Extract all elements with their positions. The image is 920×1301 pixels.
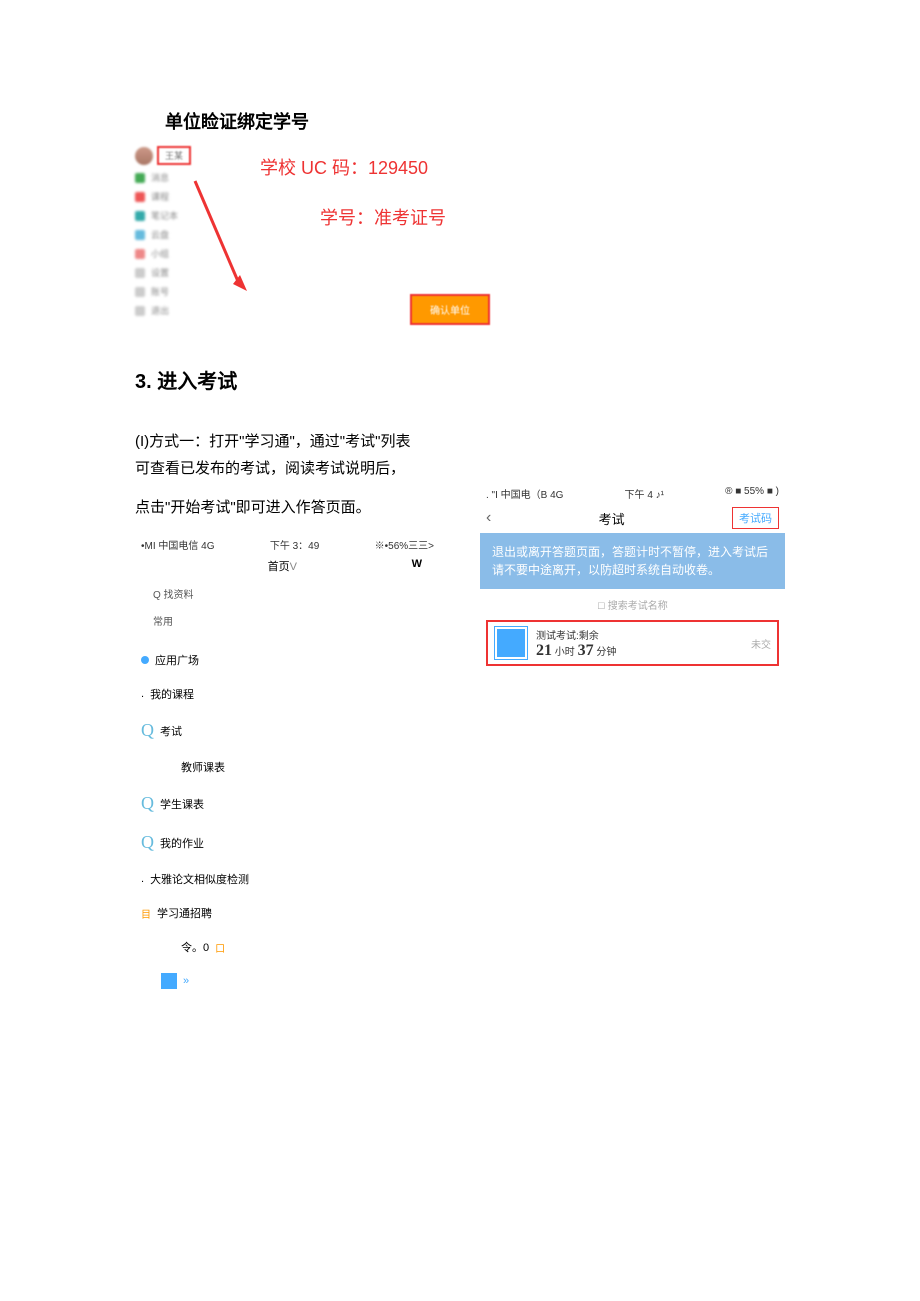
exam-status: 未交 [751,636,771,651]
time-label: 下午 3：49 [270,537,319,552]
avatar [135,147,153,165]
nav-home[interactable]: 首页 [268,561,290,573]
phone-a-mock: •MI 中国电信 4G 下午 3：49 ※•56%三三> 首页V W Q 找资料… [135,537,440,989]
exam-page-title: 考试 [599,509,625,528]
exam-code-button[interactable]: 考试码 [732,507,779,529]
my-course-item[interactable]: 我的课程 [150,686,194,702]
student-id-annotation: 学号：准考证号 [320,204,785,230]
exam-notice: 退出或离开答题页面，答题计时不暂停，进入考试后请不要中途离开，以防超时系统自动收… [480,533,785,589]
section3-heading: 3. 进入考试 [135,365,785,394]
q-icon: Q [141,793,154,814]
exam-icon-border [494,626,528,660]
thesis-item[interactable]: 大雅论文相似度检测 [150,871,249,887]
homework-item[interactable]: 我的作业 [160,835,204,851]
exam-entry[interactable]: 测试考试:剩余 21 小时 37 分钟 未交 [486,620,779,666]
search-exam[interactable]: ☐ 搜索考试名称 [480,589,785,620]
battery-label: ® ■ 55% ■ ) [725,486,779,501]
name-box: 王某 [157,146,191,165]
q-icon: Q [141,720,154,741]
battery-label: ※•56%三三> [375,537,434,552]
exam-item[interactable]: 考试 [160,723,182,739]
recruit-item[interactable]: 学习通招聘 [157,905,212,921]
q-icon: Q [141,832,154,853]
app-square-item[interactable]: 应用广场 [155,652,199,668]
teacher-table-item[interactable]: 教师课表 [181,759,225,775]
method1-text-c: 点击"开始考试"即可进入作答页面。 [135,496,440,517]
back-arrow-icon[interactable]: ‹ [486,509,491,527]
dot-icon [141,656,149,664]
uc-code-annotation: 学校 UC 码：129450 [260,154,785,180]
carrier-label: . "I 中国电（B 4G [486,486,563,501]
confirm-unit-button[interactable]: 确认单位 [410,294,490,325]
common-label: 常用 [141,607,434,634]
time-label: 下午 4 ♪¹ [625,486,664,501]
exam-icon [497,629,525,657]
phone-b-mock: . "I 中国电（B 4G 下午 4 ♪¹ ® ■ 55% ■ ) ‹ 考试 考… [480,484,785,666]
method1-text-b: 可查看已发布的考试，阅读考试说明后， [135,457,785,478]
section1-title: 单位睑证绑定学号 [165,108,785,134]
student-table-item[interactable]: 学生课表 [160,796,204,812]
search-bar[interactable]: Q 找资料 [141,580,434,607]
nav-w: W [412,558,422,570]
footer-text: 令。0 [181,939,209,955]
carrier-label: •MI 中国电信 4G [141,537,215,552]
phone-sidebar-mock: 王某 消息 课程 笔记本 云盘 小组 设置 账号 退出 [135,146,240,325]
file-icon: 目 [141,906,151,921]
method1-text-a: (I)方式一：打开"学习通"，通过"考试"列表 [135,430,785,451]
blue-box-icon [161,973,177,989]
